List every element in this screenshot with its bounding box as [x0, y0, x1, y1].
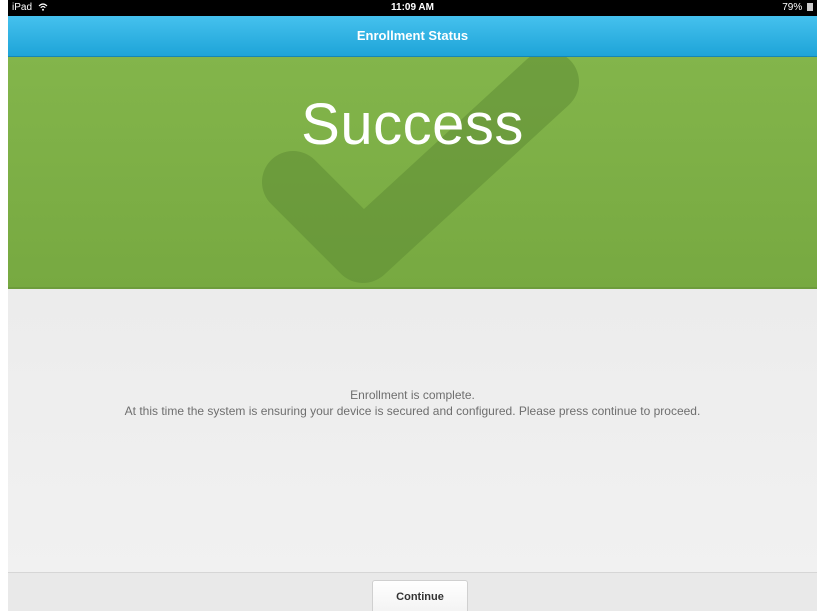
banner-title: Success	[301, 92, 524, 157]
footer-bar: Continue	[8, 572, 817, 611]
page-title: Enrollment Status	[356, 28, 469, 43]
status-message: Enrollment is complete. At this time the…	[8, 387, 817, 419]
message-line-2: At this time the system is ensuring your…	[124, 404, 701, 418]
success-banner: Success	[8, 57, 817, 289]
status-time: 11:09 AM	[391, 2, 434, 13]
status-right: 79%	[782, 0, 813, 16]
continue-button[interactable]: Continue	[372, 580, 468, 611]
battery-percent: 79%	[782, 2, 803, 13]
device-screen: iPad 11:09 AM 79% Enrollment Status Succ…	[8, 0, 817, 611]
message-line-1: Enrollment is complete.	[350, 388, 475, 402]
status-bar: iPad 11:09 AM 79%	[8, 0, 817, 16]
content-area: Enrollment is complete. At this time the…	[8, 289, 817, 572]
nav-bar: Enrollment Status	[8, 16, 817, 57]
battery-icon	[807, 3, 813, 11]
